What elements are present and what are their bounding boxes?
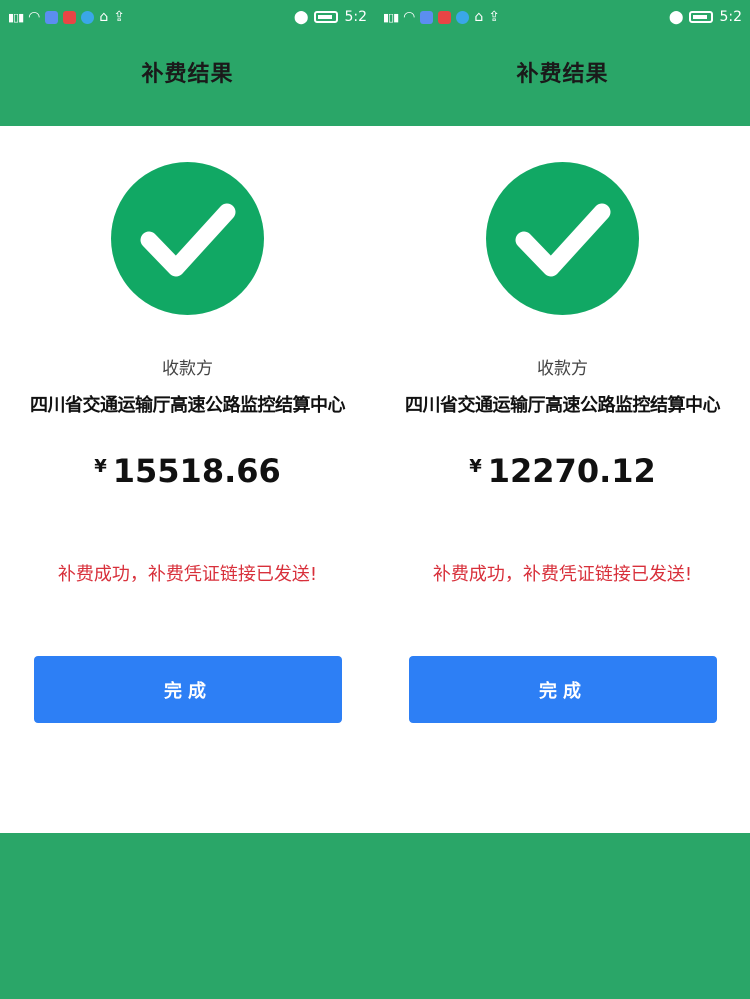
app-notification-icon (438, 10, 452, 24)
battery-icon (689, 11, 714, 23)
app-notification-icon (63, 10, 77, 24)
page-title: 补费结果 (516, 62, 609, 87)
done-button[interactable]: 完成 (409, 656, 717, 723)
status-icons-right: ⬤ 5:2 (294, 9, 367, 25)
payee-label: 收款方 (162, 359, 213, 379)
status-icons-left: ▮▯▮ ◠ ⌂ ⇪ (383, 9, 500, 25)
result-message: 补费成功，补费凭证链接已发送! (432, 564, 693, 585)
bottom-bar (375, 833, 750, 999)
location-icon: ⬤ (293, 9, 309, 25)
signal-icon: ▮▯▮ (383, 10, 399, 24)
wifi-icon: ◠ (28, 9, 41, 25)
amount-row: ¥ 15518.66 (0, 452, 375, 490)
download-icon: ⇪ (113, 9, 126, 25)
app-notification-icon: ⌂ (99, 9, 109, 25)
screens-container: ▮▯▮ ◠ ⌂ ⇪ ⬤ 5:2 补费结果 收款方 四川省交通运输厅高速公路监控结… (0, 0, 750, 999)
payee-name: 四川省交通运输厅高速公路监控结算中心 (30, 395, 346, 416)
app-notification-icon (45, 10, 59, 24)
result-content: 收款方 四川省交通运输厅高速公路监控结算中心 ¥ 15518.66 补费成功，补… (0, 126, 375, 833)
success-check-icon (111, 162, 264, 315)
result-message: 补费成功，补费凭证链接已发送! (57, 564, 318, 585)
status-time: 5:2 (719, 9, 742, 25)
status-icons-left: ▮▯▮ ◠ ⌂ ⇪ (8, 9, 125, 25)
payee-name: 四川省交通运输厅高速公路监控结算中心 (405, 395, 721, 416)
currency-symbol: ¥ (94, 456, 107, 477)
bottom-bar (0, 833, 375, 999)
status-icons-right: ⬤ 5:2 (669, 9, 742, 25)
payment-amount: 15518.66 (112, 452, 281, 490)
app-notification-icon: ⌂ (474, 9, 484, 25)
browser-icon (456, 10, 470, 24)
status-time: 5:2 (344, 9, 367, 25)
download-icon: ⇪ (488, 9, 501, 25)
done-button[interactable]: 完成 (34, 656, 342, 723)
screen-left: ▮▯▮ ◠ ⌂ ⇪ ⬤ 5:2 补费结果 收款方 四川省交通运输厅高速公路监控结… (0, 0, 375, 999)
location-icon: ⬤ (668, 9, 684, 25)
screen-right: ▮▯▮ ◠ ⌂ ⇪ ⬤ 5:2 补费结果 收款方 四川省交通运输厅高速公路监控结… (375, 0, 750, 999)
result-content: 收款方 四川省交通运输厅高速公路监控结算中心 ¥ 12270.12 补费成功，补… (375, 126, 750, 833)
payment-amount: 12270.12 (487, 452, 656, 490)
currency-symbol: ¥ (469, 456, 482, 477)
payee-label: 收款方 (537, 359, 588, 379)
page-title: 补费结果 (141, 62, 234, 87)
battery-icon (314, 11, 339, 23)
wifi-icon: ◠ (403, 9, 416, 25)
browser-icon (81, 10, 95, 24)
signal-icon: ▮▯▮ (8, 10, 24, 24)
success-check-icon (486, 162, 639, 315)
app-header: 补费结果 (0, 34, 375, 126)
status-bar: ▮▯▮ ◠ ⌂ ⇪ ⬤ 5:2 (0, 0, 375, 34)
status-bar: ▮▯▮ ◠ ⌂ ⇪ ⬤ 5:2 (375, 0, 750, 34)
amount-row: ¥ 12270.12 (375, 452, 750, 490)
app-notification-icon (420, 10, 434, 24)
app-header: 补费结果 (375, 34, 750, 126)
